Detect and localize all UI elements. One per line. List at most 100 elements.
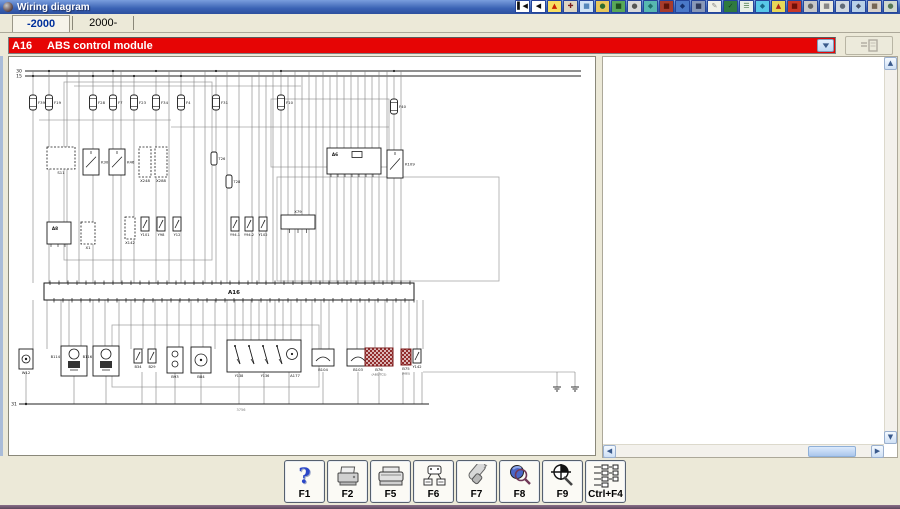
globe-icon[interactable]: ◆ [643, 0, 658, 13]
tab-2000[interactable]: -2000 [12, 15, 70, 32]
list-icon [593, 462, 619, 489]
tab-separator [72, 16, 73, 30]
component-combobox[interactable]: A16 ABS control module ▼ [8, 37, 836, 54]
svg-text:B93: B93 [171, 374, 179, 379]
svg-text:K46: K46 [127, 160, 135, 165]
fuse-F28: F28 [90, 95, 106, 110]
component-S11: S11 [47, 147, 75, 175]
battery-icon[interactable]: ◆ [675, 0, 690, 13]
window-title: Wiring diagram [17, 2, 90, 13]
fkey-button-f9[interactable]: F9 [542, 460, 583, 503]
component-B116: B116 [83, 346, 119, 376]
svg-text:Y98: Y98 [158, 233, 165, 237]
app-icon [3, 2, 13, 12]
check-icon[interactable]: ✓ [723, 0, 738, 13]
scroll-up-icon[interactable]: ▲ [884, 57, 897, 70]
locate-ground-icon [550, 462, 576, 489]
diagnostic-icon[interactable]: ■ [691, 0, 706, 13]
component-selector-row: A16 ABS control module ▼ [0, 36, 900, 56]
fkey-label: F6 [428, 489, 440, 501]
nav-first-icon[interactable]: ▌◀ [515, 0, 530, 13]
component-icon [421, 462, 447, 489]
component-A6: A6 [327, 148, 381, 177]
svg-text:(ABS): (ABS) [402, 372, 410, 376]
function-key-toolbar: ?F1F2F5 F6 F7 F8 F9Ctrl+F4 [0, 458, 900, 505]
svg-text:W12: W12 [22, 370, 31, 375]
svg-text:31: 31 [11, 402, 17, 408]
warning-icon[interactable]: ▲ [547, 0, 562, 13]
window-left-border [0, 56, 3, 456]
drawing-icon[interactable]: ■ [579, 0, 594, 13]
tab-separator [133, 16, 134, 30]
titlebar-toolbar: ▌◀◀▲✚■●■●◆■◆■✎✓☰◆▲■●■●◆■● [515, 0, 898, 14]
svg-text:K109: K109 [405, 162, 415, 167]
component-Y102: Y102 [258, 217, 267, 237]
svg-text:Y94.2: Y94.2 [244, 233, 254, 237]
component-B75: B75(ABS) [401, 349, 411, 376]
gear-icon[interactable]: ● [883, 0, 898, 13]
doc-icon[interactable]: ■ [819, 0, 834, 13]
titlebar: Wiring diagram ▌◀◀▲✚■●■●◆■◆■✎✓☰◆▲■●■●◆■● [0, 0, 900, 14]
scroll-right-icon[interactable]: ▶ [871, 445, 884, 458]
combo-dropdown-button[interactable]: ▼ [817, 39, 834, 52]
parts-icon[interactable]: ■ [659, 0, 674, 13]
fkey-button-ctrl-f4[interactable]: Ctrl+F4 [585, 460, 626, 503]
svg-text:X79: X79 [294, 209, 302, 214]
fuse-F40: F40 [391, 99, 407, 114]
horizontal-scroll-thumb[interactable] [808, 446, 856, 457]
probe-icon [464, 462, 490, 489]
svg-text:Y136: Y136 [261, 374, 270, 378]
svg-text:X142: X142 [125, 240, 135, 245]
svg-text:B103: B103 [353, 367, 363, 372]
card-icon[interactable]: ◆ [755, 0, 770, 13]
chevron-down-icon: ▼ [820, 42, 831, 50]
info-panel-horizontal-scrollbar[interactable]: ◀ ▶ [603, 444, 884, 457]
fkey-button-f6[interactable]: F6 [413, 460, 454, 503]
fuse-F39: F39 [30, 95, 46, 110]
phone-icon[interactable]: ● [835, 0, 850, 13]
wiring-diagram-svg: 3015313756F39F19F28F7F23F34F4F31F10F40A1… [9, 57, 595, 455]
svg-text:A16: A16 [228, 290, 240, 296]
wiring-diagram-canvas[interactable]: 3015313756F39F19F28F7F23F34F4F31F10F40A1… [8, 56, 596, 456]
svg-text:T28: T28 [233, 180, 241, 184]
component-code: A16 [9, 40, 47, 52]
nav-back-icon[interactable]: ◀ [531, 0, 546, 13]
edit-icon[interactable]: ✎ [707, 0, 722, 13]
wrench-icon[interactable]: ■ [867, 0, 882, 13]
component-X142: X142 [125, 217, 136, 245]
component-W12: W12 [19, 349, 33, 375]
info-panel-vertical-scrollbar[interactable]: ▲ ▼ [884, 57, 897, 444]
fkey-label: F7 [471, 489, 483, 501]
component-K30: K30 [83, 149, 109, 175]
fuse-F31: F31 [213, 95, 229, 110]
component-X288: X288 [155, 147, 167, 183]
svg-text:3756: 3756 [237, 408, 246, 412]
svg-text:K30: K30 [101, 160, 109, 165]
disk-icon[interactable]: ● [803, 0, 818, 13]
svg-text:F23: F23 [139, 100, 147, 105]
service-icon[interactable]: ● [595, 0, 610, 13]
clock-icon[interactable]: ● [627, 0, 642, 13]
stop-icon[interactable]: ■ [787, 0, 802, 13]
fkey-button-f8[interactable]: F8 [499, 460, 540, 503]
engine-icon[interactable]: ■ [611, 0, 626, 13]
fkey-button-f1[interactable]: ?F1 [284, 460, 325, 503]
svg-text:F10: F10 [286, 100, 294, 105]
svg-text:B75: B75 [402, 366, 410, 371]
alert-icon[interactable]: ▲ [771, 0, 786, 13]
svg-text:Y142: Y142 [412, 365, 421, 369]
svg-text:B104: B104 [318, 367, 328, 372]
component-A177: A177Y138Y136 [227, 340, 301, 378]
fkey-button-f2[interactable]: F2 [327, 460, 368, 503]
scroll-down-icon[interactable]: ▼ [884, 431, 897, 444]
component-Y94.2: Y94.2 [244, 217, 254, 237]
mail-icon[interactable]: ◆ [851, 0, 866, 13]
fkey-button-f5[interactable]: F5 [370, 460, 411, 503]
exit-diagram-button[interactable] [845, 36, 893, 55]
tools-icon[interactable]: ✚ [563, 0, 578, 13]
tab-2000[interactable]: 2000- [75, 15, 131, 32]
print-icon[interactable]: ☰ [739, 0, 754, 13]
fkey-button-f7[interactable]: F7 [456, 460, 497, 503]
fkey-label: F8 [514, 489, 526, 501]
scroll-left-icon[interactable]: ◀ [603, 445, 616, 458]
